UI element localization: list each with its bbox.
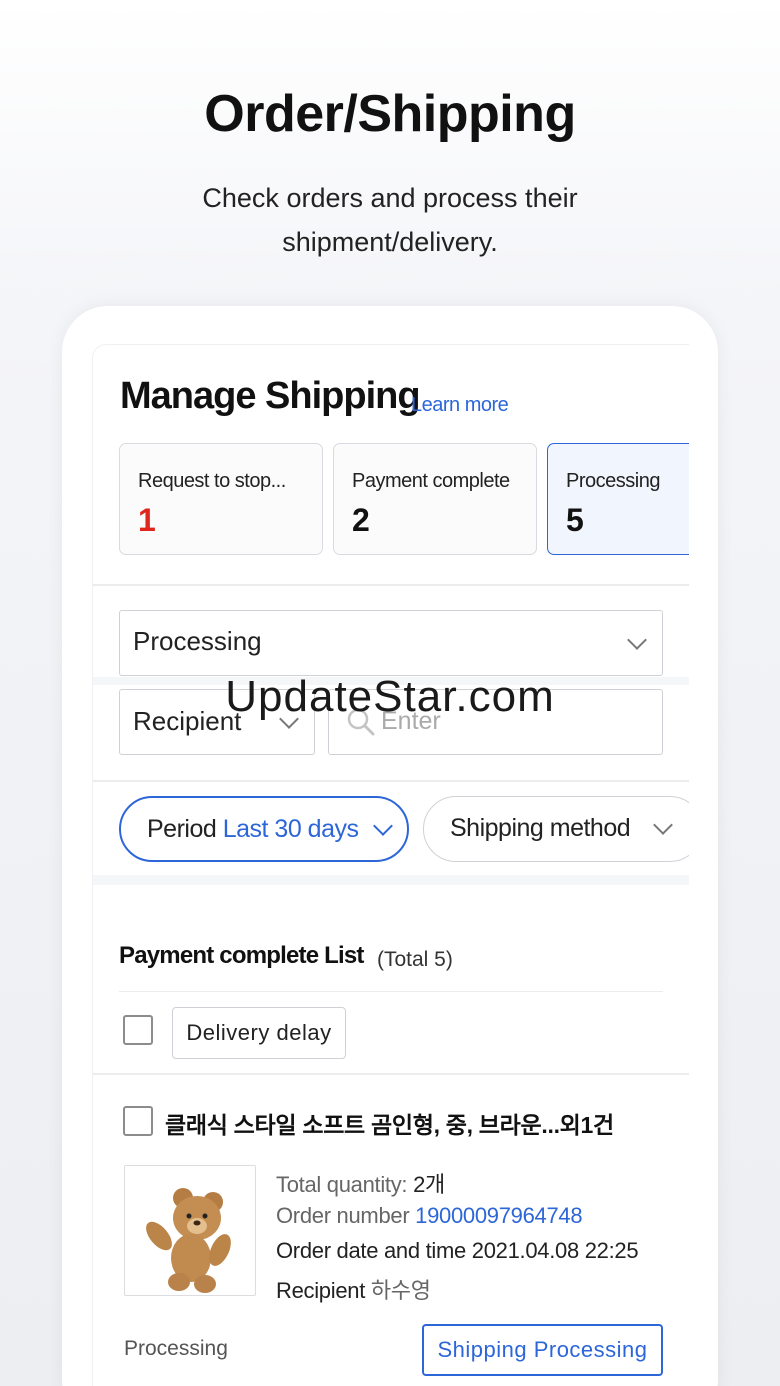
status-card-processing[interactable]: Processing 5	[547, 443, 689, 555]
period-label: Period	[147, 815, 217, 843]
chevron-down-icon	[653, 815, 673, 835]
status-card-count: 1	[138, 502, 156, 538]
order-quantity: Total quantity: 2개	[276, 1172, 445, 1197]
status-card-request-to-stop[interactable]: Request to stop... 1	[119, 443, 323, 555]
status-card-payment-complete[interactable]: Payment complete 2	[333, 443, 537, 555]
order-checkbox[interactable]	[123, 1106, 153, 1136]
manage-shipping-panel: Manage Shipping Learn more Request to st…	[92, 344, 689, 1386]
shipping-method-pill[interactable]: Shipping method	[423, 796, 689, 862]
teddy-bear-image	[146, 1188, 231, 1293]
page-title: Manage Shipping	[120, 375, 421, 417]
divider	[93, 584, 689, 586]
divider	[119, 991, 663, 992]
delivery-delay-button[interactable]: Delivery delay	[172, 1007, 346, 1059]
list-title: Payment complete List	[119, 942, 364, 969]
chevron-down-icon	[627, 630, 647, 650]
period-filter-pill[interactable]: Period Last 30 days	[119, 796, 409, 862]
order-status: Processing	[124, 1337, 228, 1360]
period-value: Last 30 days	[222, 815, 359, 843]
list-total: (Total 5)	[377, 948, 453, 971]
status-card-label: Request to stop...	[138, 470, 286, 492]
learn-more-link[interactable]: Learn more	[411, 394, 509, 417]
shipping-processing-button[interactable]: Shipping Processing	[422, 1324, 663, 1376]
order-item-title[interactable]: 클래식 스타일 소프트 곰인형, 중, 브라운...외1건	[165, 1106, 614, 1140]
shipping-method-label: Shipping method	[450, 814, 631, 842]
status-card-count: 2	[352, 502, 370, 538]
chevron-down-icon	[373, 816, 393, 836]
watermark: UpdateStar.com	[225, 672, 555, 721]
divider-band	[93, 875, 689, 885]
status-card-label: Processing	[566, 470, 660, 492]
order-number-link[interactable]: 19000097964748	[415, 1203, 582, 1228]
product-thumbnail[interactable]	[124, 1165, 256, 1296]
order-recipient: Recipient 하수영	[276, 1278, 431, 1303]
hero-title: Order/Shipping	[204, 85, 576, 143]
status-select-value: Processing	[133, 626, 262, 656]
hero-subtitle: Check orders and process their shipment/…	[202, 183, 578, 257]
status-card-count: 5	[566, 502, 584, 538]
divider	[93, 780, 689, 782]
status-select[interactable]: Processing	[119, 610, 663, 676]
order-number: Order number 19000097964748	[276, 1203, 583, 1228]
status-card-label: Payment complete	[352, 470, 510, 492]
order-date: Order date and time 2021.04.08 22:25	[276, 1238, 639, 1263]
divider	[93, 1073, 689, 1075]
select-all-checkbox[interactable]	[123, 1015, 153, 1045]
